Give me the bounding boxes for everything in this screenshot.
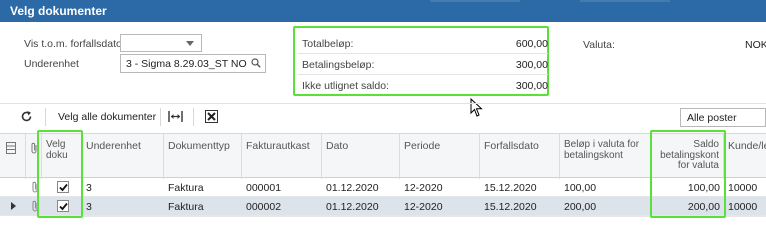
- column-header-customer[interactable]: Kunde/le: [724, 134, 766, 179]
- column-header-due-date[interactable]: Forfallsdato: [480, 134, 560, 179]
- subaccount-value: 3 - Sigma 8.29.03_ST NO: [126, 58, 247, 70]
- subaccount-input[interactable]: 3 - Sigma 8.29.03_ST NO: [120, 54, 266, 73]
- cell-doc-type: Faktura: [168, 182, 204, 194]
- cell-amount: 100,00: [564, 182, 597, 194]
- records-filter-select[interactable]: Alle poster: [680, 108, 766, 127]
- summary-divider: [298, 74, 548, 75]
- search-icon[interactable]: [251, 58, 261, 68]
- subaccount-label: Underenhet: [24, 58, 79, 70]
- cell-customer: 10000: [728, 201, 758, 213]
- balance-column-highlight: [650, 130, 726, 218]
- currency-value: NOK: [745, 39, 766, 51]
- cell-customer: 10000: [728, 182, 758, 194]
- total-value: 600,00: [515, 38, 548, 50]
- cell-amount: 200,00: [564, 201, 597, 213]
- window-title-bar: Velg dokumenter: [0, 0, 766, 22]
- fit-columns-icon[interactable]: [168, 111, 183, 122]
- column-header-invoice-ref[interactable]: Fakturautkast: [242, 134, 322, 179]
- window-title: Velg dokumenter: [10, 4, 107, 18]
- current-row-indicator-icon: [11, 202, 16, 210]
- select-all-documents-button[interactable]: Velg alle dokumenter: [58, 111, 156, 123]
- cell-invoice-ref[interactable]: 000001: [242, 178, 322, 197]
- cell-doc-type: Faktura: [168, 201, 204, 213]
- export-excel-icon[interactable]: [205, 110, 218, 123]
- column-header-amount[interactable]: Beløp i valuta for betalingskont: [560, 134, 652, 179]
- cell-date: 01.12.2020: [326, 201, 379, 213]
- unapplied-label: Ikke utlignet saldo:: [302, 80, 389, 92]
- currency-label: Valuta:: [583, 39, 615, 51]
- payment-value: 300,00: [515, 59, 548, 71]
- cell-period: 12-2020: [404, 201, 443, 213]
- background-window-fragment: [580, 0, 670, 2]
- column-header-subaccount[interactable]: Underenhet: [82, 134, 164, 179]
- row-selector-header[interactable]: [0, 134, 26, 179]
- cell-subaccount: 3: [86, 201, 92, 213]
- toolbar-separator: [160, 108, 161, 126]
- total-label: Totalbeløp:: [302, 38, 354, 50]
- cell-invoice-ref[interactable]: 000002: [242, 197, 322, 216]
- payment-label: Betalingsbeløp:: [302, 59, 375, 71]
- due-date-label: Vis t.o.m. forfallsdato:: [24, 38, 125, 50]
- select-column-highlight: [37, 130, 83, 218]
- refresh-icon[interactable]: [20, 110, 33, 123]
- unapplied-value: 300,00: [515, 80, 548, 92]
- toolbar-divider: [0, 103, 766, 104]
- column-header-doc-type[interactable]: Dokumenttyp: [164, 134, 242, 179]
- cell-subaccount: 3: [86, 182, 92, 194]
- grid-settings-icon[interactable]: [6, 142, 16, 154]
- cell-date: 01.12.2020: [326, 182, 379, 194]
- due-date-select[interactable]: [120, 34, 202, 52]
- toolbar-separator: [45, 108, 46, 126]
- chevron-down-icon[interactable]: [186, 41, 194, 46]
- background-window-fragment: [430, 0, 520, 2]
- cell-due-date: 15.12.2020: [484, 201, 537, 213]
- column-header-period[interactable]: Periode: [400, 134, 480, 179]
- cell-due-date: 15.12.2020: [484, 182, 537, 194]
- toolbar-separator: [193, 108, 194, 126]
- column-header-date[interactable]: Dato: [322, 134, 400, 179]
- summary-divider: [298, 53, 548, 54]
- cell-period: 12-2020: [404, 182, 443, 194]
- mouse-cursor-icon: [470, 98, 483, 117]
